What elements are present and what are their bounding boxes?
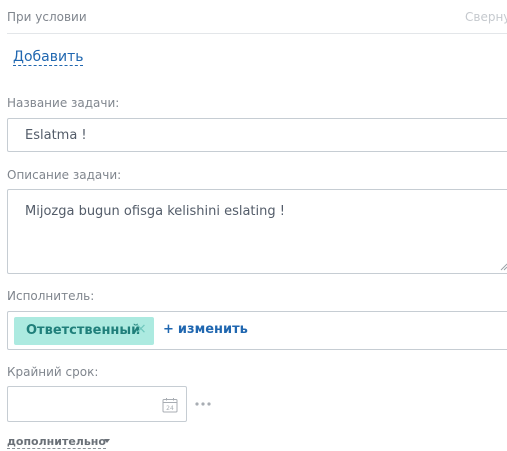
assignee-label: Исполнитель: [7, 289, 95, 303]
task-name-label: Название задачи: [7, 96, 120, 110]
additional-options-link[interactable]: дополнительно [7, 435, 106, 449]
calendar-day: 24 [166, 405, 174, 412]
remove-tag-icon[interactable]: × [135, 321, 147, 337]
more-options-icon[interactable] [194, 397, 212, 411]
task-form: При условии Свернуть Добавить Название з… [0, 0, 507, 451]
task-name-value: Eslatma ! [25, 128, 87, 143]
deadline-label: Крайний срок: [7, 365, 99, 379]
deadline-input[interactable]: 24 [7, 386, 187, 422]
add-condition-link[interactable]: Добавить [13, 49, 84, 66]
task-description-label: Описание задачи: [7, 168, 122, 182]
plus-icon: + [163, 322, 174, 337]
conditions-header: При условии Свернуть [7, 0, 507, 34]
change-assignee-link[interactable]: + изменить [163, 322, 248, 337]
calendar-icon[interactable]: 24 [162, 397, 178, 413]
assignee-tag: Ответственный × [14, 317, 154, 345]
collapse-link[interactable]: Свернуть [465, 10, 507, 24]
task-description-value: Mijozga bugun ofisga kelishini eslating … [25, 204, 285, 219]
change-assignee-label: изменить [177, 322, 248, 337]
conditions-label: При условии [7, 10, 87, 24]
task-description-textarea[interactable]: Mijozga bugun ofisga kelishini eslating … [7, 189, 507, 274]
resize-handle-icon[interactable] [500, 263, 507, 271]
assignee-tag-label: Ответственный [26, 323, 141, 338]
chevron-down-icon [104, 439, 110, 443]
assignee-selector: Ответственный × + изменить [7, 311, 507, 350]
task-name-input[interactable]: Eslatma ! [7, 118, 507, 152]
